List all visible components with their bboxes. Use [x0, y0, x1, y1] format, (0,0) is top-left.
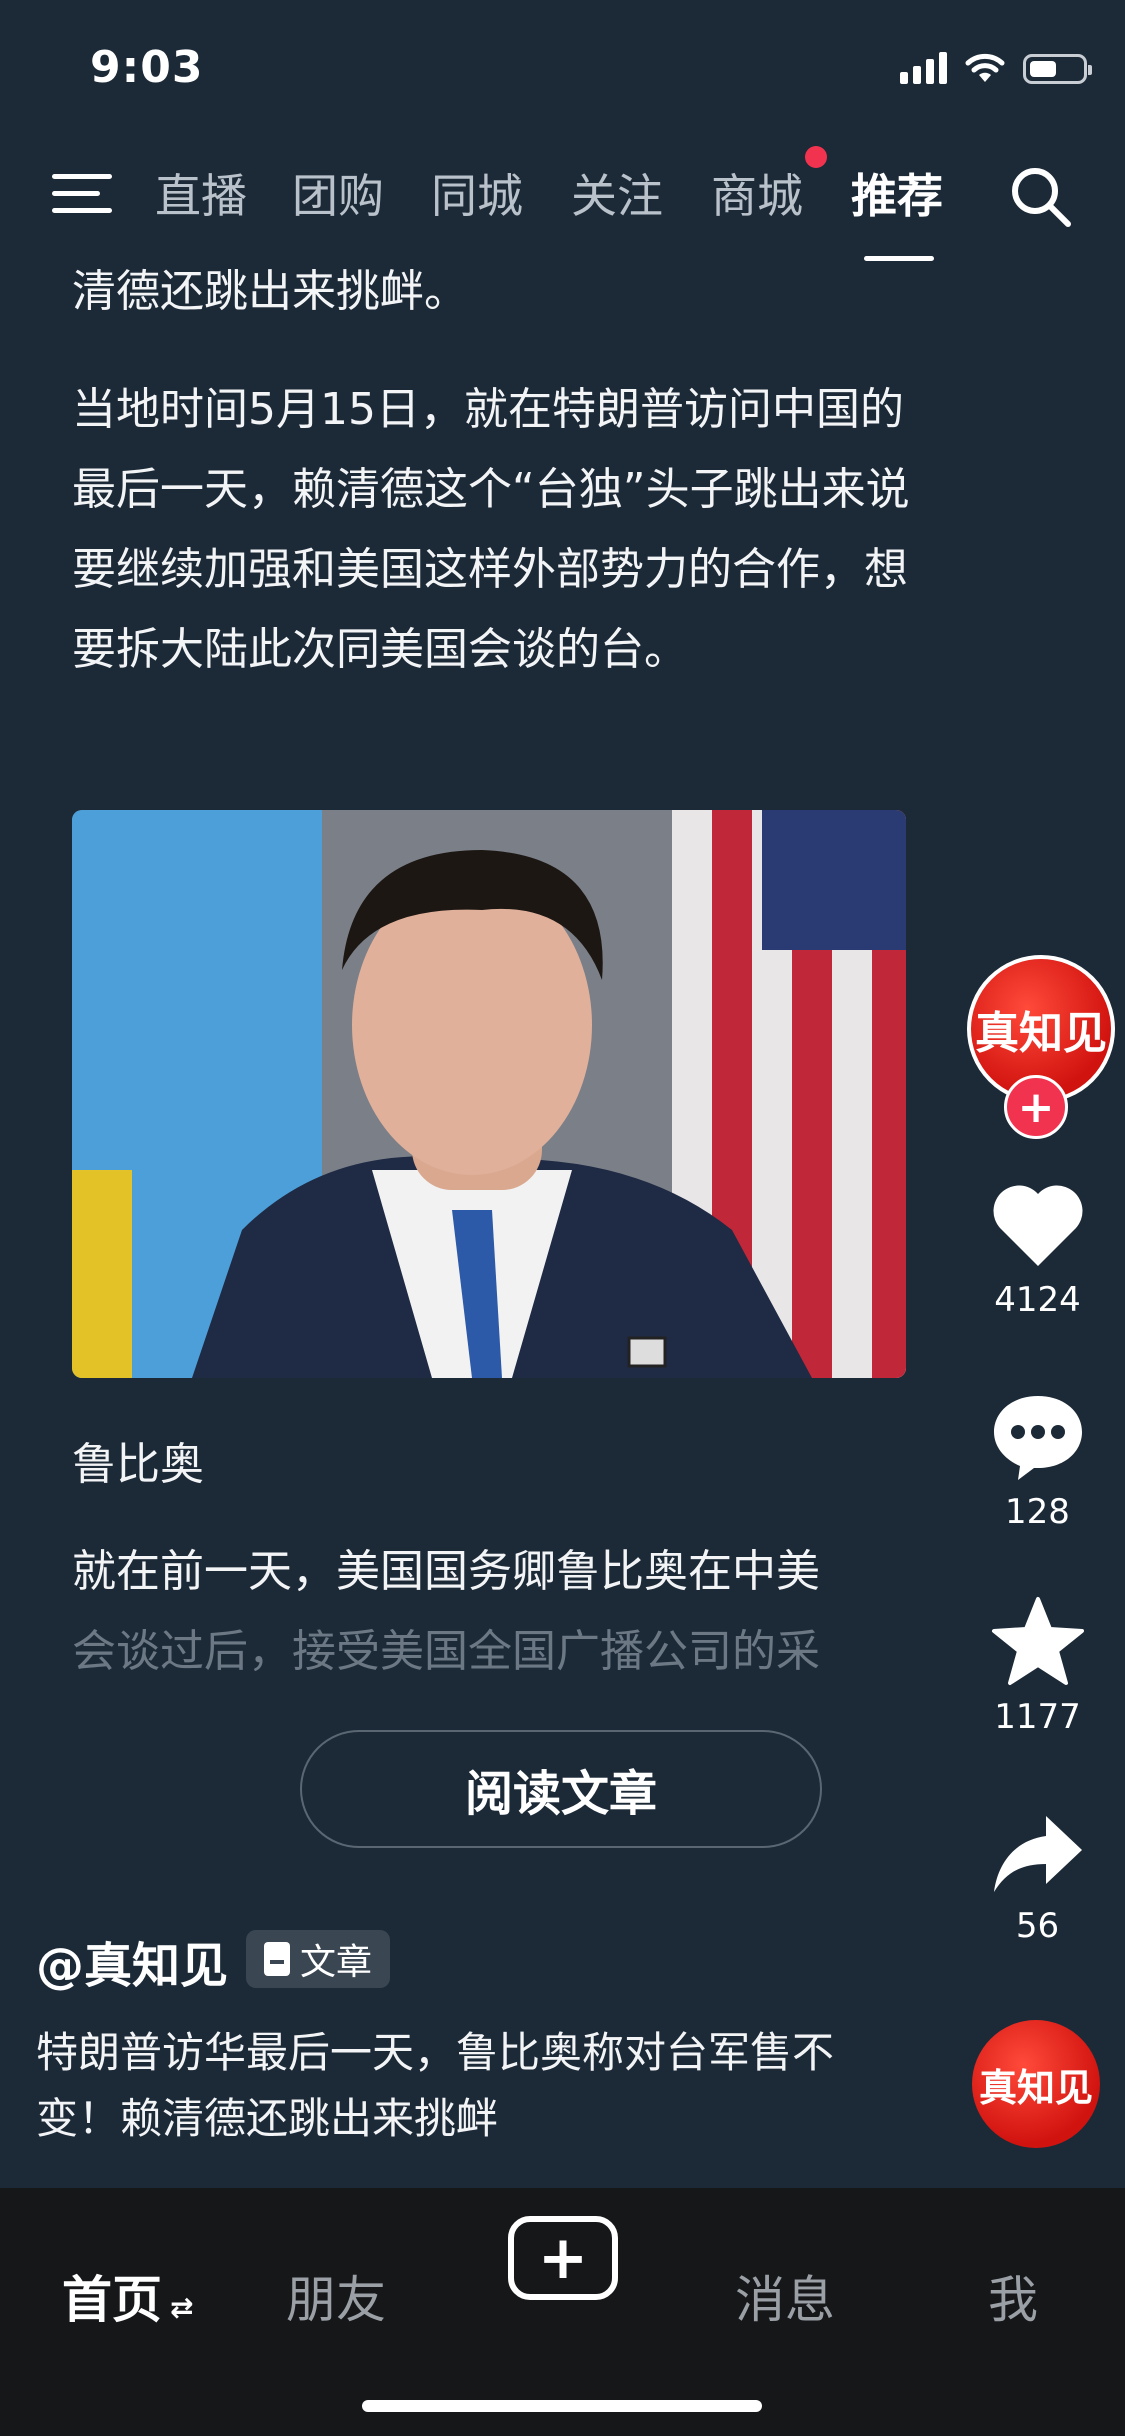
nav-home-label: 首页 — [62, 2271, 162, 2329]
battery-icon — [1023, 54, 1092, 84]
share-arrow-icon — [993, 1816, 1082, 1892]
heart-icon — [993, 1185, 1082, 1266]
article-faded-line: 会谈过后，接受美国全国广播公司的采 — [72, 1626, 820, 1677]
like-count: 4124 — [994, 1280, 1081, 1320]
menu-icon[interactable] — [52, 174, 112, 225]
star-icon — [991, 1597, 1084, 1685]
read-article-button[interactable]: 阅读文章 — [300, 1730, 822, 1848]
image-caption: 鲁比奥 — [72, 1439, 204, 1490]
create-plus-button[interactable]: + — [508, 2216, 618, 2300]
author-handle[interactable]: @真知见 — [36, 1926, 228, 1996]
share-button[interactable]: 56 — [970, 1812, 1105, 1946]
status-icons — [900, 50, 1092, 84]
search-icon[interactable] — [1008, 164, 1074, 230]
nav-messages[interactable]: 消息 — [735, 2260, 835, 2332]
favorite-count: 1177 — [994, 1697, 1081, 1737]
wifi-icon — [965, 53, 1005, 82]
nav-home[interactable]: 首页 ⇄ — [62, 2260, 193, 2332]
tab-live[interactable]: 直播 — [155, 160, 247, 226]
nav-me[interactable]: 我 — [988, 2260, 1038, 2332]
article-photo[interactable] — [72, 810, 906, 1378]
share-count: 56 — [1015, 1906, 1060, 1946]
tab-local[interactable]: 同城 — [431, 160, 523, 226]
notification-dot — [805, 146, 827, 168]
article-paragraph: 清德还跳出来挑衅。 — [72, 266, 468, 317]
tab-following[interactable]: 关注 — [571, 160, 663, 226]
comment-button[interactable]: 128 — [970, 1390, 1105, 1532]
document-icon — [264, 1942, 290, 1976]
music-disc-avatar[interactable]: 真知见 — [972, 2020, 1100, 2148]
comment-count: 128 — [1005, 1492, 1070, 1532]
switch-arrows-icon: ⇄ — [170, 2291, 194, 2324]
favorite-button[interactable]: 1177 — [970, 1595, 1105, 1737]
like-button[interactable]: 4124 — [970, 1180, 1105, 1320]
tab-group-buy[interactable]: 团购 — [292, 160, 384, 226]
status-time: 9:03 — [90, 42, 204, 93]
tab-mall[interactable]: 商城 — [711, 160, 803, 226]
article-paragraph: 当地时间5月15日，就在特朗普访问中国的最后一天，赖清德这个“台独”头子跳出来说… — [72, 384, 910, 675]
comment-icon — [993, 1396, 1082, 1480]
article-type-badge: 文章 — [246, 1930, 391, 1988]
article-badge-label: 文章 — [300, 1942, 373, 1983]
home-indicator — [362, 2400, 762, 2412]
tab-recommended[interactable]: 推荐 — [851, 160, 943, 226]
cellular-signal-icon — [900, 50, 947, 84]
article-paragraph: 就在前一天，美国国务卿鲁比奥在中美 — [72, 1546, 820, 1597]
nav-friends[interactable]: 朋友 — [286, 2260, 386, 2332]
video-title[interactable]: 特朗普访华最后一天，鲁比奥称对台军售不变！赖清德还跳出来挑衅 — [36, 2020, 836, 2152]
follow-plus-icon[interactable]: + — [1004, 1075, 1068, 1139]
top-nav: 直播 团购 同城 关注 商城 推荐 — [0, 146, 1125, 261]
